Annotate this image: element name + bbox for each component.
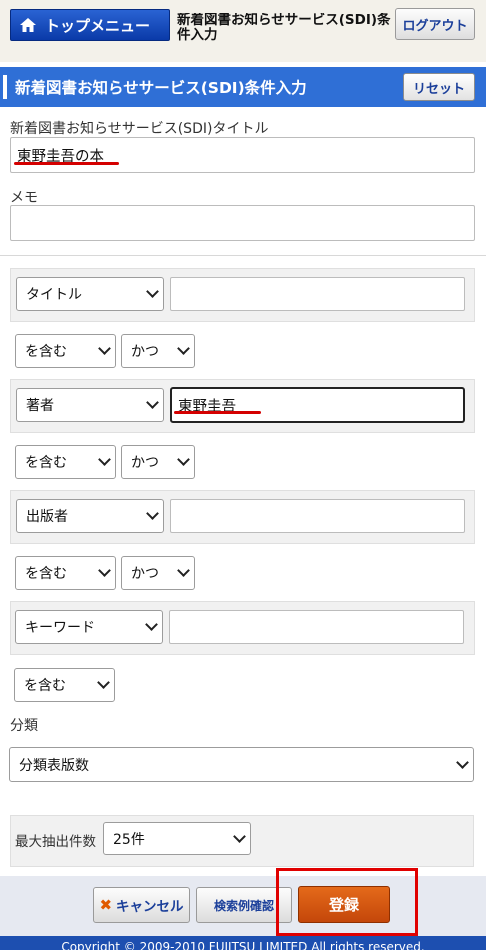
condition-1-operator-value: かつ — [131, 344, 159, 360]
condition-2-field-select[interactable]: 著者 — [16, 388, 164, 422]
top-bar: トップメニュー 新着図書お知らせサービス(SDI)条件入力 ログアウト — [0, 0, 486, 62]
condition-3-match-value: を含む — [25, 566, 67, 582]
chevron-down-icon — [146, 507, 159, 520]
condition-3-field-value: 出版者 — [26, 509, 68, 525]
condition-1-field-select[interactable]: タイトル — [16, 277, 164, 311]
annotation-highlight-box — [276, 868, 418, 936]
chevron-down-icon — [146, 396, 159, 409]
classification-value: 分類表版数 — [19, 757, 89, 774]
condition-2-operator-select[interactable]: かつ — [121, 445, 195, 479]
annotation-underline-author — [174, 411, 261, 414]
condition-3-field-select[interactable]: 出版者 — [16, 499, 164, 533]
reset-button[interactable]: リセット — [403, 73, 475, 101]
condition-2-field-value: 著者 — [26, 398, 54, 414]
condition-1-match-value: を含む — [25, 344, 67, 360]
condition-2-value-input[interactable]: 東野圭吾 — [170, 387, 465, 423]
cancel-button[interactable]: ✖ キャンセル — [93, 887, 190, 923]
chevron-down-icon — [177, 342, 190, 355]
condition-3-operator-value: かつ — [131, 566, 159, 582]
condition-1-field-value: タイトル — [26, 287, 82, 303]
condition-1-match-select[interactable]: を含む — [15, 334, 116, 368]
memo-label: メモ — [10, 190, 38, 206]
condition-1-operator-select[interactable]: かつ — [121, 334, 195, 368]
condition-4-field-select[interactable]: キーワード — [15, 610, 163, 644]
condition-3-operator-select[interactable]: かつ — [121, 556, 195, 590]
section-accent — [3, 75, 7, 99]
chevron-down-icon — [146, 285, 159, 298]
condition-2-operator-value: かつ — [131, 455, 159, 471]
divider — [0, 255, 486, 256]
condition-4-match-select[interactable]: を含む — [14, 668, 115, 702]
sdi-condition-page: トップメニュー 新着図書お知らせサービス(SDI)条件入力 ログアウト 新着図書… — [0, 0, 486, 950]
condition-2-match-value: を含む — [25, 455, 67, 471]
max-results-value: 25件 — [113, 831, 145, 848]
chevron-down-icon — [145, 618, 158, 631]
chevron-down-icon — [98, 453, 111, 466]
logout-button[interactable]: ログアウト — [395, 8, 475, 40]
chevron-down-icon — [233, 829, 246, 843]
chevron-down-icon — [177, 453, 190, 466]
chevron-down-icon — [177, 564, 190, 577]
section-title: 新着図書お知らせサービス(SDI)条件入力 — [15, 79, 307, 97]
cancel-label: キャンセル — [116, 899, 184, 915]
condition-3-value-input[interactable] — [170, 499, 465, 533]
max-results-label: 最大抽出件数 — [15, 834, 96, 850]
chevron-down-icon — [98, 564, 111, 577]
classification-label: 分類 — [10, 718, 38, 734]
close-icon: ✖ — [99, 896, 113, 914]
annotation-underline-title — [14, 162, 119, 165]
home-icon — [20, 18, 36, 32]
condition-3-match-select[interactable]: を含む — [15, 556, 116, 590]
condition-4-field-value: キーワード — [25, 620, 95, 636]
sdi-title-label: 新着図書お知らせサービス(SDI)タイトル — [10, 121, 269, 137]
copyright-footer: Copyright © 2009-2010 FUJITSU LIMITED Al… — [0, 936, 486, 950]
chevron-down-icon — [98, 342, 111, 355]
classification-select[interactable]: 分類表版数 — [9, 747, 474, 782]
condition-1-value-input[interactable] — [170, 277, 465, 311]
top-menu-button[interactable]: トップメニュー — [10, 9, 170, 41]
memo-input[interactable] — [10, 205, 475, 241]
chevron-down-icon — [97, 676, 110, 689]
condition-4-value-input[interactable] — [169, 610, 464, 644]
top-menu-label: トップメニュー — [45, 16, 151, 35]
max-results-select[interactable]: 25件 — [103, 822, 251, 855]
condition-2-match-select[interactable]: を含む — [15, 445, 116, 479]
search-example-label: 検索例確認 — [213, 898, 274, 913]
condition-4-match-value: を含む — [24, 678, 66, 694]
chevron-down-icon — [456, 755, 469, 769]
page-heading: 新着図書お知らせサービス(SDI)条件入力 — [177, 13, 391, 43]
sdi-title-input[interactable]: 東野圭吾の本 — [10, 137, 475, 173]
